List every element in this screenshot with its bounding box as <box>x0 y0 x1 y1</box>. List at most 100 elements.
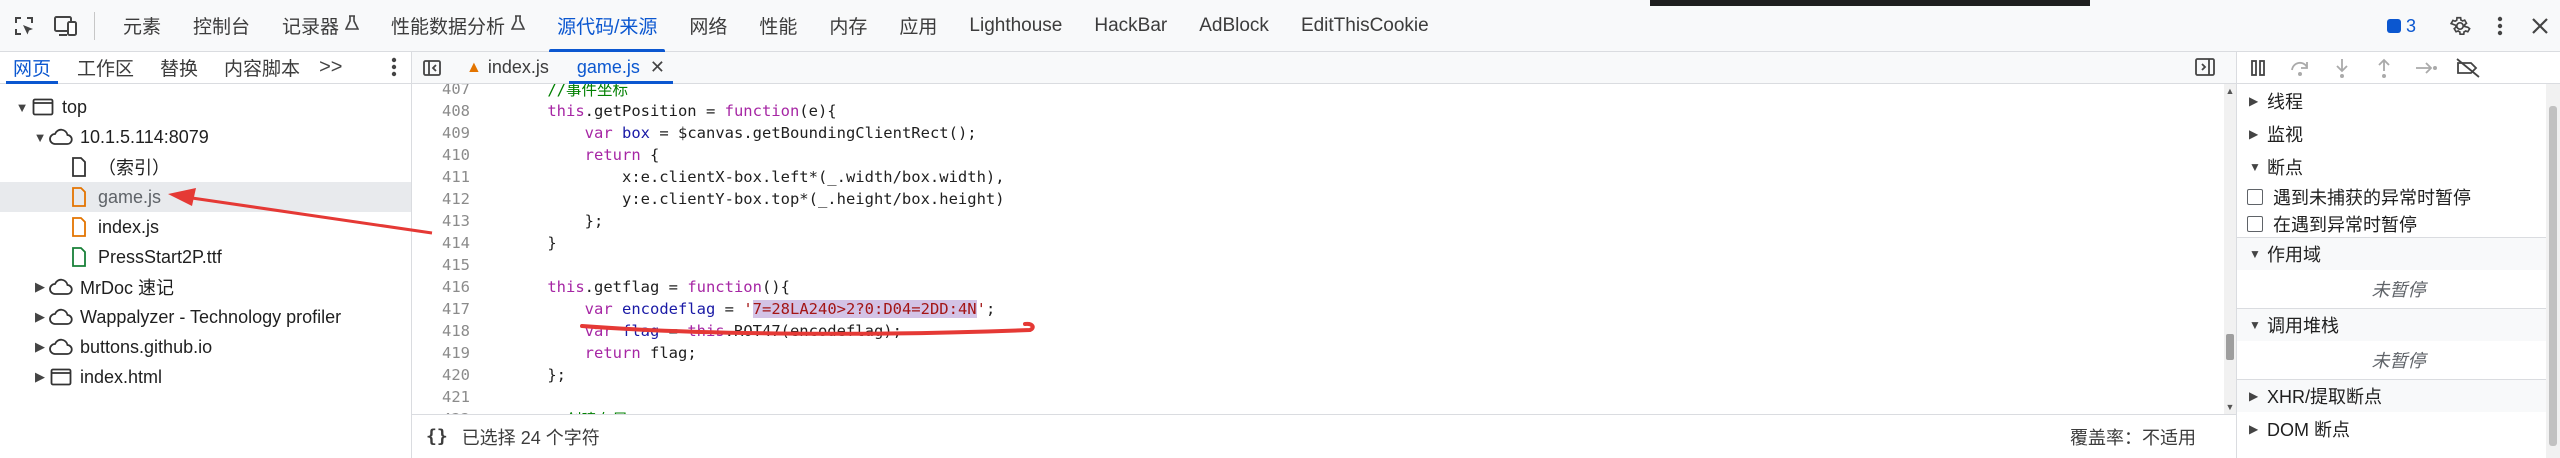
breakpoints-section[interactable]: ▼ 断点 <box>2237 150 2560 183</box>
line-number[interactable]: 414 <box>412 234 470 252</box>
scope-section[interactable]: ▼ 作用域 <box>2237 237 2560 270</box>
scrollbar-thumb[interactable] <box>2226 334 2234 360</box>
tree-item-label: （索引） <box>98 158 170 178</box>
step-out-icon[interactable] <box>2363 57 2405 79</box>
pretty-print-button[interactable]: {} <box>426 426 448 447</box>
panel-tab[interactable]: 内存 <box>813 0 883 52</box>
scroll-down-icon[interactable]: ▼ <box>2224 402 2236 412</box>
tab-content-scripts[interactable]: 内容脚本 <box>211 52 313 84</box>
tree-arrow-icon[interactable]: ▶ <box>32 369 48 385</box>
panel-tab[interactable]: AdBlock <box>1183 0 1285 52</box>
watch-section[interactable]: ▶ 监视 <box>2237 117 2560 150</box>
tree-arrow-icon[interactable]: ▶ <box>32 279 48 295</box>
code-line[interactable]: 417 var encodeflag = '7=28LA240>2?0:D04=… <box>412 298 2224 320</box>
code-line[interactable]: 418 var flag = this.ROT47(encodeflag); <box>412 320 2224 342</box>
line-number[interactable]: 417 <box>412 300 470 318</box>
code-line[interactable]: 410 return { <box>412 144 2224 166</box>
tree-item[interactable]: ▶ buttons.github.io <box>0 332 411 362</box>
threads-section[interactable]: ▶ 线程 <box>2237 84 2560 117</box>
code-line[interactable]: 408 this.getPosition = function(e){ <box>412 100 2224 122</box>
line-number[interactable]: 420 <box>412 366 470 384</box>
pause-caught-exceptions-checkbox[interactable]: 在遇到异常时暂停 <box>2237 210 2560 237</box>
panel-tab[interactable]: Lighthouse <box>953 0 1078 52</box>
editor-tab-index-js[interactable]: ▲ index.js <box>452 52 563 84</box>
line-number[interactable]: 418 <box>412 322 470 340</box>
debugger-scrollbar[interactable] <box>2546 84 2560 458</box>
panel-tab[interactable]: 应用 <box>883 0 953 52</box>
code-line[interactable]: 419 return flag; <box>412 342 2224 364</box>
panel-tab[interactable]: EditThisCookie <box>1285 0 1445 52</box>
panel-tab[interactable]: 网络 <box>673 0 743 52</box>
line-number[interactable]: 413 <box>412 212 470 230</box>
code-line[interactable]: 415 <box>412 254 2224 276</box>
callstack-section[interactable]: ▼ 调用堆栈 <box>2237 308 2560 341</box>
scroll-up-icon[interactable]: ▲ <box>2224 86 2236 96</box>
code-line[interactable]: 413 }; <box>412 210 2224 232</box>
panel-tab[interactable]: 性能 <box>743 0 813 52</box>
device-toolbar-icon[interactable] <box>48 8 84 44</box>
line-number[interactable]: 416 <box>412 278 470 296</box>
panel-tab[interactable]: 源代码/来源 <box>541 0 673 52</box>
tab-overrides[interactable]: 替换 <box>147 52 211 84</box>
tree-item[interactable]: game.js <box>0 182 411 212</box>
tree-item[interactable]: ▶ MrDoc 速记 <box>0 272 411 302</box>
tree-item[interactable]: PressStart2P.ttf <box>0 242 411 272</box>
tab-workspace[interactable]: 工作区 <box>64 52 147 84</box>
code-area[interactable]: 407 //事件坐标 408 this.getPosition = functio… <box>412 84 2224 414</box>
code-line[interactable]: 420 }; <box>412 364 2224 386</box>
line-number[interactable]: 407 <box>412 84 470 98</box>
xhr-breakpoints-section[interactable]: ▶ XHR/提取断点 <box>2237 379 2560 412</box>
tree-item[interactable]: ▼ 10.1.5.114:8079 <box>0 122 411 152</box>
line-number[interactable]: 411 <box>412 168 470 186</box>
code-line[interactable]: 407 //事件坐标 <box>412 84 2224 100</box>
scrollbar-thumb[interactable] <box>2549 106 2557 446</box>
tree-item[interactable]: ▶ Wappalyzer - Technology profiler <box>0 302 411 332</box>
step-into-icon[interactable] <box>2321 57 2363 79</box>
line-number[interactable]: 409 <box>412 124 470 142</box>
line-number[interactable]: 415 <box>412 256 470 274</box>
panel-tab[interactable]: 控制台 <box>177 0 266 52</box>
settings-gear-icon[interactable] <box>2440 15 2480 37</box>
line-number[interactable]: 412 <box>412 190 470 208</box>
tree-arrow-icon[interactable]: ▶ <box>32 339 48 355</box>
tree-arrow-icon[interactable]: ▼ <box>14 100 30 115</box>
issues-badge[interactable]: 3 <box>2386 16 2416 37</box>
pause-icon[interactable] <box>2237 59 2279 77</box>
editor-scrollbar[interactable]: ▲ ▼ <box>2224 84 2236 414</box>
close-tab-icon[interactable]: ✕ <box>650 57 665 78</box>
deactivate-breakpoints-icon[interactable] <box>2447 57 2489 78</box>
code-line[interactable]: 409 var box = $canvas.getBoundingClientR… <box>412 122 2224 144</box>
step-icon[interactable] <box>2405 59 2447 77</box>
element-picker-icon[interactable] <box>6 8 42 44</box>
panel-tab[interactable]: 记录器 <box>266 0 375 52</box>
tab-page[interactable]: 网页 <box>0 52 64 84</box>
line-number[interactable]: 419 <box>412 344 470 362</box>
pause-uncaught-exceptions-checkbox[interactable]: 遇到未捕获的异常时暂停 <box>2237 183 2560 210</box>
tree-item[interactable]: （索引） <box>0 152 411 182</box>
navigator-menu-icon[interactable] <box>391 56 397 83</box>
dom-breakpoints-section[interactable]: ▶ DOM 断点 <box>2237 412 2560 445</box>
panel-tab[interactable]: 性能数据分析 <box>375 0 541 52</box>
toggle-navigator-icon[interactable] <box>412 58 452 78</box>
step-over-icon[interactable] <box>2279 58 2321 78</box>
close-devtools-icon[interactable] <box>2520 17 2560 35</box>
code-line[interactable]: 412 y:e.clientY-box.top*(_.height/box.he… <box>412 188 2224 210</box>
panel-tab[interactable]: 元素 <box>107 0 177 52</box>
line-number[interactable]: 410 <box>412 146 470 164</box>
tree-item[interactable]: ▶ index.html <box>0 362 411 392</box>
tree-item[interactable]: index.js <box>0 212 411 242</box>
more-tabs-chevron-icon[interactable]: >> <box>313 56 348 79</box>
editor-tab-game-js[interactable]: game.js ✕ <box>563 52 679 84</box>
code-line[interactable]: 416 this.getflag = function(){ <box>412 276 2224 298</box>
line-number[interactable]: 421 <box>412 388 470 406</box>
more-options-icon[interactable] <box>2480 15 2520 37</box>
line-number[interactable]: 408 <box>412 102 470 120</box>
tree-arrow-icon[interactable]: ▼ <box>32 130 48 145</box>
toggle-debugger-icon[interactable] <box>2194 56 2216 83</box>
panel-tab[interactable]: HackBar <box>1078 0 1183 52</box>
tree-arrow-icon[interactable]: ▶ <box>32 309 48 325</box>
code-line[interactable]: 411 x:e.clientX-box.left*(_.width/box.wi… <box>412 166 2224 188</box>
tree-item[interactable]: ▼ top <box>0 92 411 122</box>
code-line[interactable]: 414 } <box>412 232 2224 254</box>
code-line[interactable]: 421 <box>412 386 2224 408</box>
